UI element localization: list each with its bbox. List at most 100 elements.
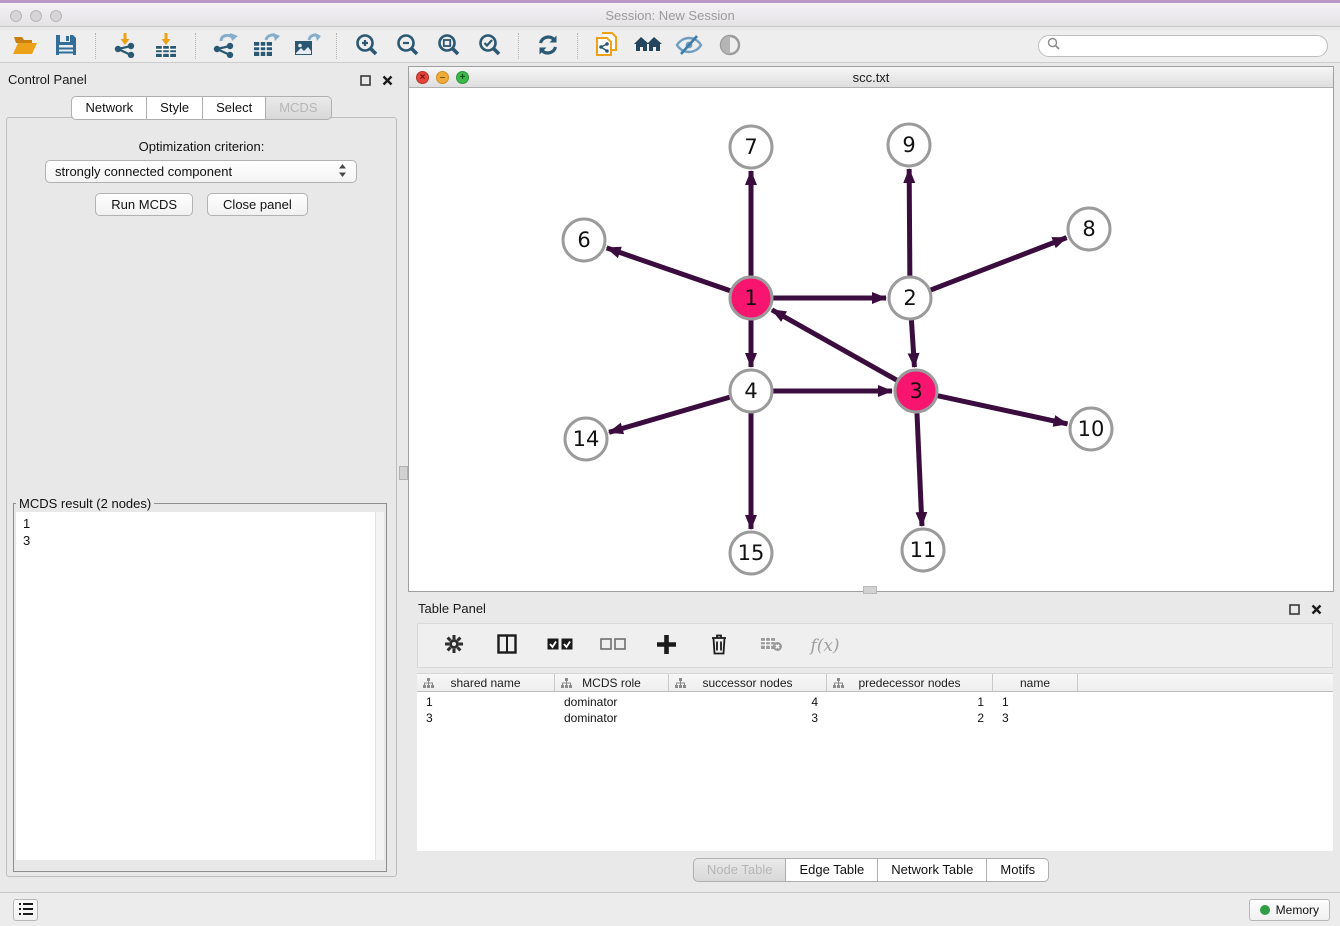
tab-network[interactable]: Network xyxy=(71,96,147,120)
close-panel-button[interactable]: Close panel xyxy=(207,193,308,216)
refresh-button[interactable] xyxy=(531,32,565,60)
graph-edge-4-14[interactable] xyxy=(609,397,730,432)
status-bar: Memory xyxy=(0,892,1340,926)
column-header-MCDS-role[interactable]: MCDS role xyxy=(555,674,669,691)
column-header-shared-name[interactable]: shared name xyxy=(417,674,555,691)
result-scrollbar[interactable] xyxy=(375,512,384,860)
hierarchy-icon xyxy=(833,678,844,689)
close-panel-icon[interactable] xyxy=(382,73,393,91)
sphere-icon xyxy=(718,33,742,60)
export-table-button[interactable] xyxy=(249,32,283,60)
run-mcds-button[interactable]: Run MCDS xyxy=(95,193,193,216)
tab-select[interactable]: Select xyxy=(203,96,266,120)
export-network-button[interactable] xyxy=(208,32,242,60)
show-panels-button[interactable] xyxy=(13,899,38,921)
graph-edge-1-6[interactable] xyxy=(607,248,731,291)
unchecked-pair-icon xyxy=(600,638,626,654)
column-header-successor-nodes[interactable]: successor nodes xyxy=(669,674,827,691)
tab-edge-table[interactable]: Edge Table xyxy=(786,858,878,882)
graph-edges xyxy=(607,169,1068,529)
zoom-in-button[interactable] xyxy=(349,32,383,60)
tab-style[interactable]: Style xyxy=(147,96,203,120)
float-panel-icon[interactable] xyxy=(1289,602,1300,620)
table-delete-icon xyxy=(761,636,783,655)
eye-slash-icon xyxy=(675,34,703,59)
optimization-criterion-label: Optimization criterion: xyxy=(7,118,396,154)
table-row[interactable]: 3dominator323 xyxy=(417,710,1333,726)
close-panel-icon[interactable] xyxy=(1311,602,1322,620)
memory-button[interactable]: Memory xyxy=(1249,899,1330,921)
show-columns-button[interactable] xyxy=(490,632,524,660)
graph-node-label: 3 xyxy=(909,379,922,403)
add-column-button[interactable] xyxy=(649,632,683,660)
graph-node-label: 8 xyxy=(1082,217,1095,241)
graph-node-label: 6 xyxy=(577,228,590,252)
graph-edge-3-1[interactable] xyxy=(772,310,897,380)
hide-details-button[interactable] xyxy=(672,32,706,60)
table-row[interactable]: 1dominator411 xyxy=(417,694,1333,710)
network-close-button[interactable]: × xyxy=(416,71,429,84)
float-panel-icon[interactable] xyxy=(360,73,371,91)
zoom-out-button[interactable] xyxy=(390,32,424,60)
graph-edge-3-11[interactable] xyxy=(917,413,922,526)
select-all-button[interactable] xyxy=(543,632,577,660)
network-maximize-button[interactable]: + xyxy=(456,71,469,84)
zoom-selected-button[interactable] xyxy=(472,32,506,60)
column-header-name[interactable]: name xyxy=(993,674,1078,691)
network-canvas-svg[interactable]: 7968124314101511 xyxy=(410,89,1334,592)
stepper-arrows-icon xyxy=(338,163,347,181)
tab-motifs[interactable]: Motifs xyxy=(987,858,1049,882)
table-header-row: shared nameMCDS rolesuccessor nodesprede… xyxy=(417,673,1333,692)
graph-node-label: 15 xyxy=(738,541,765,565)
selected-criterion: strongly connected component xyxy=(55,164,338,179)
search-field[interactable] xyxy=(1038,35,1328,57)
table-settings-button[interactable] xyxy=(437,632,471,660)
zoom-fit-button[interactable] xyxy=(431,32,465,60)
network-window-titlebar[interactable]: × – + scc.txt xyxy=(409,67,1333,88)
control-panel: Control Panel NetworkStyleSelectMCDS Opt… xyxy=(0,66,403,880)
delete-table-button[interactable] xyxy=(755,632,789,660)
export-network-icon xyxy=(211,32,239,61)
vertical-splitter-handle[interactable] xyxy=(399,466,408,480)
import-table-button[interactable] xyxy=(149,32,183,60)
graph-node-label: 7 xyxy=(744,135,757,159)
graph-node-label: 11 xyxy=(910,538,937,562)
open-session-button[interactable] xyxy=(8,32,42,60)
table-body: 1dominator4113dominator323 xyxy=(417,692,1333,726)
table-toolbar: f(x) xyxy=(417,623,1333,668)
deselect-all-button[interactable] xyxy=(596,632,630,660)
delete-column-button[interactable] xyxy=(702,632,736,660)
houses-button[interactable] xyxy=(631,32,665,60)
save-session-button[interactable] xyxy=(49,32,83,60)
export-image-button[interactable] xyxy=(290,32,324,60)
control-panel-title: Control Panel xyxy=(8,72,87,87)
horizontal-splitter-handle[interactable] xyxy=(863,586,877,594)
tab-mcds[interactable]: MCDS xyxy=(266,96,331,120)
graph-node-label: 2 xyxy=(903,286,916,310)
search-input[interactable] xyxy=(1065,39,1319,53)
hierarchy-icon xyxy=(675,678,686,689)
app-window: { "window": { "title": "Session: New Ses… xyxy=(0,0,1340,926)
optimization-criterion-select[interactable]: strongly connected component xyxy=(45,160,357,183)
preview-button[interactable] xyxy=(713,32,747,60)
graph-edge-2-9[interactable] xyxy=(909,169,910,276)
network-minimize-button[interactable]: – xyxy=(436,71,449,84)
import-network-button[interactable] xyxy=(108,32,142,60)
node-table: shared nameMCDS rolesuccessor nodesprede… xyxy=(417,673,1333,851)
toolbar-separator xyxy=(577,33,578,59)
toolbar-separator xyxy=(518,33,519,59)
graph-edge-3-10[interactable] xyxy=(937,396,1067,424)
table-panel: Table Panel f(x) shared nameMCDS rolesuc… xyxy=(408,596,1334,888)
refresh-icon xyxy=(536,33,560,60)
graph-edge-2-3[interactable] xyxy=(911,320,914,367)
column-header-predecessor-nodes[interactable]: predecessor nodes xyxy=(827,674,993,691)
function-builder-button[interactable]: f(x) xyxy=(808,632,842,660)
tab-network-table[interactable]: Network Table xyxy=(878,858,987,882)
memory-label: Memory xyxy=(1276,903,1319,917)
columns-icon xyxy=(497,634,517,657)
graph-edge-2-8[interactable] xyxy=(931,238,1067,290)
gear-icon xyxy=(444,634,464,657)
duplicate-network-button[interactable] xyxy=(590,32,624,60)
tab-node-table[interactable]: Node Table xyxy=(693,858,787,882)
toolbar-separator xyxy=(336,33,337,59)
